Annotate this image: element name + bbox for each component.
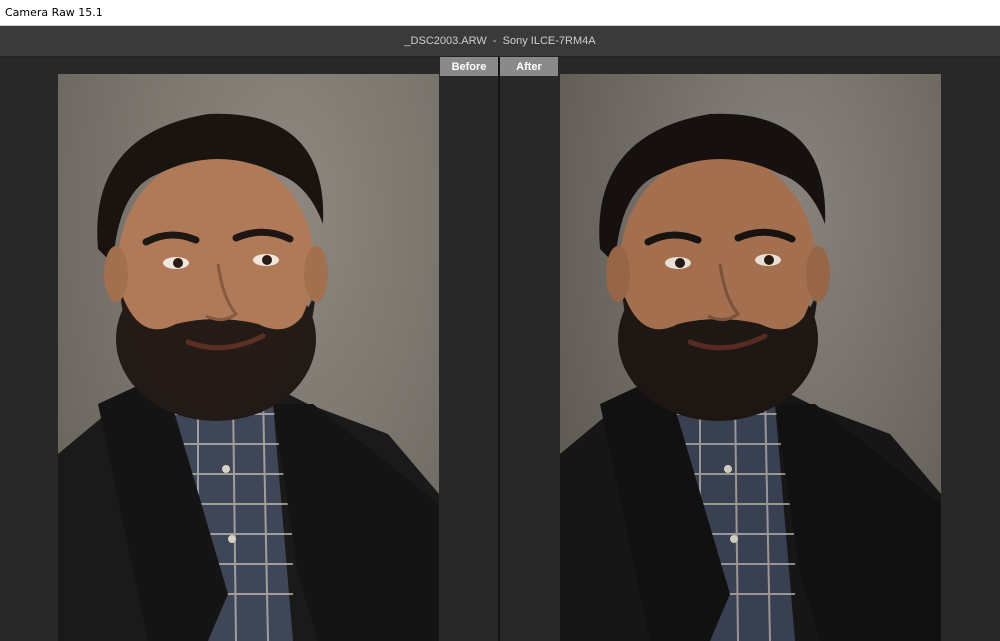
file-name-camera-label: _DSC2003.ARW - Sony ILCE-7RM4A <box>404 35 596 47</box>
camera-raw-window: Camera Raw 15.1 _DSC2003.ARW - Sony ILCE… <box>0 0 1000 641</box>
preview-workspace: Before After <box>0 57 1000 641</box>
before-preview[interactable] <box>58 74 439 641</box>
file-info-bar: _DSC2003.ARW - Sony ILCE-7RM4A <box>0 26 1000 57</box>
after-photo <box>560 74 941 641</box>
after-preview[interactable] <box>560 74 941 641</box>
before-photo <box>58 74 439 641</box>
after-view-label[interactable]: After <box>500 57 558 76</box>
split-divider[interactable] <box>498 57 500 641</box>
before-view-label[interactable]: Before <box>440 57 498 76</box>
window-titlebar: Camera Raw 15.1 <box>0 0 1000 26</box>
window-title: Camera Raw 15.1 <box>5 6 103 19</box>
